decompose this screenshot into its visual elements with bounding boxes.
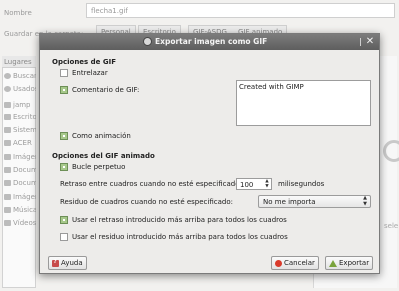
dialog-titlebar[interactable]: Exportar imagen como GIF ✕ <box>40 34 379 50</box>
close-icon[interactable]: ✕ <box>364 35 376 48</box>
place-images[interactable]: Imágenes <box>4 153 36 163</box>
place-images-2[interactable]: Imágenes <box>4 193 36 203</box>
titlebar-separator <box>360 38 361 46</box>
help-icon <box>52 259 59 267</box>
help-label: Ayuda <box>61 259 83 267</box>
place-search[interactable]: Buscar <box>4 72 36 82</box>
delay-unit: milisegundos <box>278 180 325 188</box>
select-hint: sele <box>384 222 399 230</box>
folder-icon <box>4 194 11 200</box>
loop-label: Bucle perpetuo <box>72 163 126 171</box>
folder-icon <box>4 167 11 173</box>
disposal-select[interactable]: No me importa ▲ ▼ <box>258 195 371 208</box>
updown-arrow-icon: ▲ ▼ <box>363 195 367 207</box>
dialog-title: Exportar imagen como GIF <box>155 37 268 46</box>
use-delay-label: Usar el retraso introducido más arriba p… <box>72 216 287 224</box>
place-documents-2[interactable]: Documentos <box>4 179 36 189</box>
name-label: Nombre <box>4 9 32 17</box>
folder-icon <box>4 102 11 108</box>
place-videos[interactable]: Vídeos <box>4 219 36 229</box>
cancel-label: Cancelar <box>284 259 315 267</box>
place-home[interactable]: jamp <box>4 101 36 111</box>
delay-label: Retraso entre cuadros cuando no esté esp… <box>60 180 242 188</box>
export-button[interactable]: Exportar <box>325 256 374 270</box>
drive-icon <box>4 140 11 146</box>
folder-icon <box>4 207 11 213</box>
help-button[interactable]: Ayuda <box>48 256 87 270</box>
cancel-button[interactable]: Cancelar <box>271 256 319 270</box>
name-field[interactable]: flecha1.gif <box>86 3 395 18</box>
comment-textarea[interactable]: Created with GIMP <box>236 80 371 126</box>
animation-checkbox[interactable] <box>60 132 68 140</box>
export-label: Exportar <box>339 259 370 267</box>
animation-label: Como animación <box>72 132 131 140</box>
place-desktop[interactable]: Escritorio <box>4 113 36 123</box>
disposal-value: No me importa <box>263 198 316 206</box>
gimp-icon <box>143 37 152 46</box>
use-delay-checkbox[interactable] <box>60 216 68 224</box>
use-disposal-label: Usar el residuo introducido más arriba p… <box>72 233 288 241</box>
place-acer[interactable]: ACER <box>4 139 36 149</box>
place-documents[interactable]: Documentos <box>4 166 36 176</box>
interlace-label: Entrelazar <box>72 69 108 77</box>
preview-icon <box>383 140 399 162</box>
place-recent[interactable]: Usados <box>4 85 36 95</box>
comment-label: Comentario de GIF: <box>72 86 140 94</box>
spin-arrows-icon[interactable]: ▲ ▼ <box>264 179 270 189</box>
delay-spinbox[interactable]: 100 ▲ ▼ <box>236 178 272 190</box>
anim-options-heading: Opciones del GIF animado <box>52 152 155 160</box>
comment-checkbox[interactable] <box>60 86 68 94</box>
place-music[interactable]: Música <box>4 206 36 216</box>
delay-value: 100 <box>240 181 254 189</box>
loop-checkbox[interactable] <box>60 163 68 171</box>
place-system[interactable]: Sistema <box>4 126 36 136</box>
places-header: Lugares <box>2 56 36 68</box>
interlace-checkbox[interactable] <box>60 69 68 77</box>
export-icon <box>329 259 337 267</box>
export-gif-dialog: Exportar imagen como GIF ✕ Opciones de G… <box>39 33 380 274</box>
clock-icon <box>4 86 11 92</box>
drive-icon <box>4 127 11 133</box>
folder-icon <box>4 154 11 160</box>
gif-options-heading: Opciones de GIF <box>52 58 116 66</box>
disposal-label: Residuo de cuadros cuando no esté especi… <box>60 198 233 206</box>
folder-icon <box>4 114 11 120</box>
use-disposal-checkbox[interactable] <box>60 233 68 241</box>
folder-icon <box>4 220 11 226</box>
folder-icon <box>4 180 11 186</box>
search-icon <box>4 73 11 79</box>
cancel-icon <box>275 259 282 267</box>
